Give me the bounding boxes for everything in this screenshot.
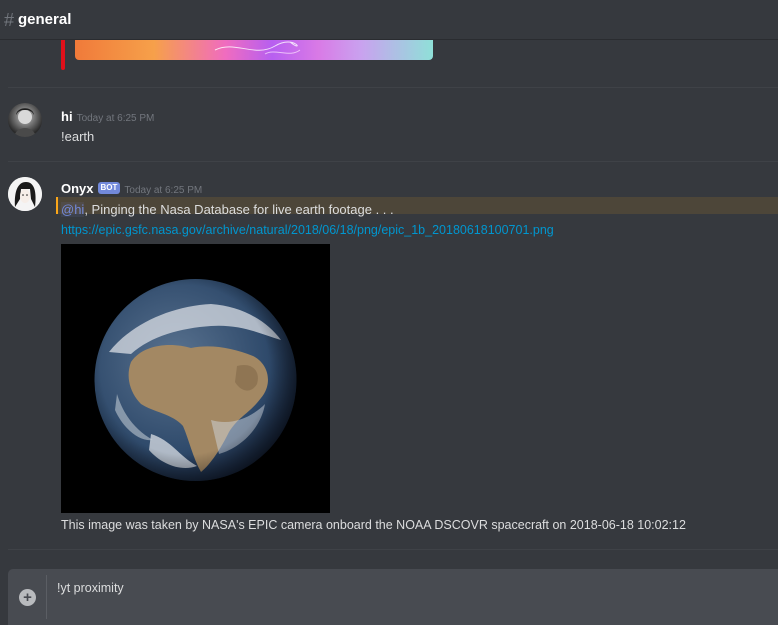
message-author[interactable]: hi Today at 6:25 PM <box>61 109 154 124</box>
message-link-line: https://epic.gsfc.nasa.gov/archive/natur… <box>61 222 554 237</box>
message-text: , Pinging the Nasa Database for live ear… <box>84 202 394 217</box>
chat-app: # general hi Today at 6:25 PM !earth Ony… <box>0 0 778 625</box>
message-timestamp: Today at 6:25 PM <box>76 113 155 124</box>
bot-badge: BOT <box>97 182 121 194</box>
hash-icon: # <box>4 9 15 30</box>
message-author[interactable]: Onyx BOT Today at 6:25 PM <box>61 181 202 196</box>
channel-header: # general <box>0 0 778 40</box>
message-timestamp: Today at 6:25 PM <box>124 185 203 196</box>
image-caption: This image was taken by NASA's EPIC came… <box>61 518 686 532</box>
embed-color-bar <box>61 40 65 70</box>
user-mention[interactable]: @hi <box>61 202 85 217</box>
message-composer[interactable]: + !yt proximity <box>8 569 778 625</box>
avatar[interactable] <box>8 177 42 211</box>
avatar[interactable] <box>8 103 42 137</box>
message-content: !earth <box>61 129 95 144</box>
message-divider <box>8 87 778 88</box>
image-link[interactable]: https://epic.gsfc.nasa.gov/archive/natur… <box>61 223 554 237</box>
embed-image[interactable] <box>75 40 433 60</box>
message-divider <box>8 549 778 550</box>
author-name[interactable]: hi <box>61 109 73 124</box>
message-divider <box>8 161 778 162</box>
channel-name: general <box>18 11 72 28</box>
add-attachment-icon[interactable]: + <box>19 589 36 606</box>
earth-image[interactable] <box>61 244 330 513</box>
author-name[interactable]: Onyx <box>61 181 94 196</box>
message-input[interactable]: !yt proximity <box>57 581 124 595</box>
message-content: @hi, Pinging the Nasa Database for live … <box>61 202 394 217</box>
composer-divider <box>46 575 47 619</box>
